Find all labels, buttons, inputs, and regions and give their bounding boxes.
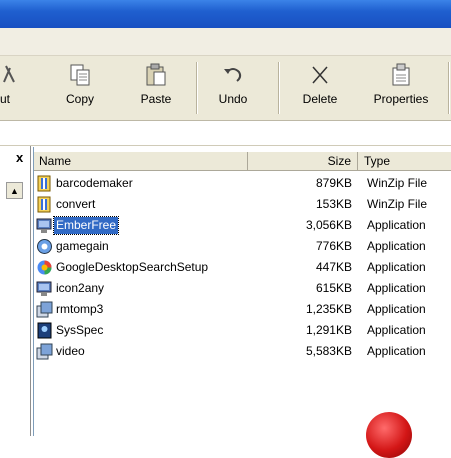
file-row[interactable]: video 5,583KB Application	[34, 341, 451, 362]
file-name[interactable]: video	[56, 341, 85, 362]
setup-icon	[36, 343, 53, 360]
file-type: Application	[367, 323, 426, 337]
undo-button[interactable]: Undo	[210, 56, 256, 120]
cut-button-label: ut	[0, 92, 10, 106]
file-size: 1,291KB	[305, 323, 352, 337]
file-name[interactable]: rmtomp3	[56, 299, 103, 320]
undo-button-label: Undo	[218, 92, 248, 106]
file-size: 1,235KB	[305, 302, 352, 316]
sysspec-icon	[36, 322, 53, 339]
installer-icon	[36, 280, 53, 297]
menu-bar	[0, 28, 451, 56]
paste-icon	[143, 62, 169, 88]
file-row[interactable]: gamegain 776KB Application	[34, 236, 451, 257]
file-type: WinZip File	[367, 197, 428, 211]
scroll-up-button[interactable]: ▲	[6, 182, 23, 199]
file-row[interactable]: rmtomp3 1,235KB Application	[34, 299, 451, 320]
toolbar-separator	[448, 62, 449, 114]
column-header-size[interactable]: Size	[248, 152, 358, 171]
file-name[interactable]: GoogleDesktopSearchSetup	[56, 257, 208, 278]
toolbar-separator	[196, 62, 197, 114]
file-row[interactable]: GoogleDesktopSearchSetup 447KB Application	[34, 257, 451, 278]
properties-button-label: Properties	[373, 92, 429, 106]
application-icon	[36, 238, 53, 255]
file-type: Application	[367, 344, 426, 358]
setup-icon	[36, 301, 53, 318]
undo-icon	[220, 62, 246, 88]
file-size: 879KB	[315, 176, 352, 190]
address-bar[interactable]	[0, 121, 451, 146]
properties-icon	[388, 62, 414, 88]
column-header-type[interactable]: Type	[358, 152, 451, 171]
properties-button[interactable]: Properties	[368, 56, 434, 120]
file-name[interactable]: gamegain	[56, 236, 109, 257]
folders-pane: x ▲	[0, 146, 31, 436]
delete-icon	[307, 62, 333, 88]
window-title-bar	[0, 0, 451, 28]
delete-button-label: Delete	[302, 92, 338, 106]
file-name[interactable]: convert	[56, 194, 95, 215]
file-row[interactable]: convert 153KB WinZip File	[34, 194, 451, 215]
red-badge-icon	[366, 412, 412, 458]
file-type: Application	[367, 260, 426, 274]
delete-button[interactable]: Delete	[296, 56, 344, 120]
file-size: 3,056KB	[305, 218, 352, 232]
paste-button-label: Paste	[140, 92, 172, 106]
file-type: WinZip File	[367, 176, 428, 190]
file-size: 447KB	[315, 260, 352, 274]
file-size: 5,583KB	[305, 344, 352, 358]
cut-icon	[0, 62, 18, 88]
close-pane-button[interactable]: x	[16, 150, 23, 165]
toolbar: ut Copy Paste Undo Delete Properties	[0, 56, 451, 121]
copy-button[interactable]: Copy	[58, 56, 102, 120]
file-name[interactable]: icon2any	[56, 278, 104, 299]
file-size: 776KB	[315, 239, 352, 253]
file-name[interactable]: SysSpec	[56, 320, 103, 341]
file-row[interactable]: SysSpec 1,291KB Application	[34, 320, 451, 341]
file-name[interactable]: EmberFree	[52, 216, 120, 235]
file-type: Application	[367, 239, 426, 253]
google-icon	[36, 259, 53, 276]
file-row[interactable]: EmberFree 3,056KB Application	[34, 215, 451, 236]
cut-button[interactable]: ut	[0, 56, 16, 120]
file-name[interactable]: barcodemaker	[56, 173, 133, 194]
toolbar-separator	[278, 62, 279, 114]
winzip-icon	[36, 196, 53, 213]
winzip-icon	[36, 175, 53, 192]
file-list: Name Size Type barcodemaker 879KB WinZip F…	[33, 147, 451, 436]
copy-button-label: Copy	[65, 92, 94, 106]
file-type: Application	[367, 302, 426, 316]
file-type: Application	[367, 281, 426, 295]
file-size: 615KB	[315, 281, 352, 295]
paste-button[interactable]: Paste	[132, 56, 180, 120]
file-size: 153KB	[315, 197, 352, 211]
file-row[interactable]: barcodemaker 879KB WinZip File	[34, 173, 451, 194]
file-type: Application	[367, 218, 426, 232]
copy-icon	[67, 62, 93, 88]
column-header-name[interactable]: Name	[34, 152, 248, 171]
file-row[interactable]: icon2any 615KB Application	[34, 278, 451, 299]
installer-icon	[36, 217, 53, 234]
